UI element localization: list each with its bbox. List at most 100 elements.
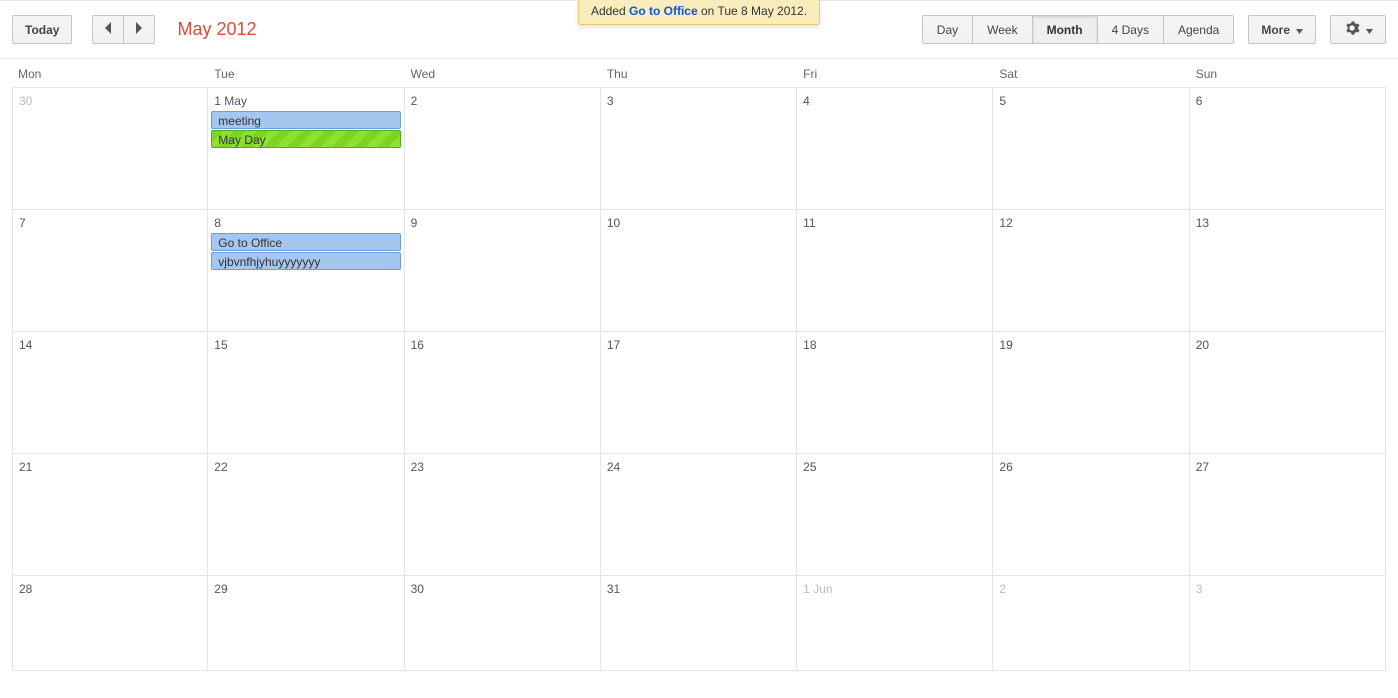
calendar-day-cell[interactable]: 1 MaymeetingMay Day — [208, 88, 404, 209]
weekday-label: Tue — [208, 67, 404, 81]
view-day-button[interactable]: Day — [922, 15, 973, 44]
date-number[interactable]: 5 — [993, 90, 1006, 110]
calendar-day-cell[interactable]: 6 — [1190, 88, 1386, 209]
calendar-day-cell[interactable]: 16 — [405, 332, 601, 453]
date-number[interactable]: 3 — [601, 90, 614, 110]
calendar-day-cell[interactable]: 12 — [993, 210, 1189, 331]
calendar-day-cell[interactable]: 14 — [12, 332, 208, 453]
date-number[interactable]: 26 — [993, 456, 1012, 476]
view-week-label: Week — [987, 23, 1017, 37]
calendar-day-cell[interactable]: 30 — [405, 576, 601, 670]
date-number[interactable]: 21 — [13, 456, 32, 476]
calendar-day-cell[interactable]: 3 — [1190, 576, 1386, 670]
toast-prefix: Added — [591, 4, 629, 18]
calendar-day-cell[interactable]: 27 — [1190, 454, 1386, 575]
view-4days-button[interactable]: 4 Days — [1097, 15, 1164, 44]
date-number[interactable]: 18 — [797, 334, 816, 354]
date-number[interactable]: 7 — [13, 212, 26, 232]
calendar-day-cell[interactable]: 28 — [12, 576, 208, 670]
date-number[interactable]: 27 — [1190, 456, 1209, 476]
calendar-day-cell[interactable]: 4 — [797, 88, 993, 209]
calendar-day-cell[interactable]: 11 — [797, 210, 993, 331]
calendar-day-cell[interactable]: 7 — [12, 210, 208, 331]
calendar-event[interactable]: May Day — [211, 130, 400, 148]
today-button[interactable]: Today — [12, 15, 72, 44]
calendar-day-cell[interactable]: 15 — [208, 332, 404, 453]
date-number[interactable]: 30 — [405, 578, 424, 598]
date-number[interactable]: 31 — [601, 578, 620, 598]
date-number[interactable]: 22 — [208, 456, 227, 476]
weekday-label: Sat — [993, 67, 1189, 81]
caret-down-icon — [1360, 23, 1373, 37]
calendar-day-cell[interactable]: 5 — [993, 88, 1189, 209]
date-number[interactable]: 29 — [208, 578, 227, 598]
date-number[interactable]: 1 May — [208, 90, 247, 110]
calendar-week-row: 301 MaymeetingMay Day23456 — [12, 88, 1386, 210]
view-switcher: Day Week Month 4 Days Agenda — [922, 15, 1235, 44]
calendar-day-cell[interactable]: 29 — [208, 576, 404, 670]
calendar-event[interactable]: vjbvnfhjyhuyyyyyyy — [211, 252, 400, 270]
calendar-day-cell[interactable]: 13 — [1190, 210, 1386, 331]
calendar-day-cell[interactable]: 31 — [601, 576, 797, 670]
date-number[interactable]: 8 — [208, 212, 221, 232]
date-number[interactable]: 6 — [1190, 90, 1203, 110]
calendar-day-cell[interactable]: 9 — [405, 210, 601, 331]
date-number[interactable]: 14 — [13, 334, 32, 354]
date-number[interactable]: 15 — [208, 334, 227, 354]
date-number[interactable]: 2 — [993, 578, 1006, 598]
calendar-day-cell[interactable]: 10 — [601, 210, 797, 331]
view-month-button[interactable]: Month — [1032, 15, 1098, 44]
date-number[interactable]: 16 — [405, 334, 424, 354]
date-number[interactable]: 25 — [797, 456, 816, 476]
date-number[interactable]: 19 — [993, 334, 1012, 354]
calendar-day-cell[interactable]: 3 — [601, 88, 797, 209]
next-button[interactable] — [123, 15, 155, 44]
date-number[interactable]: 9 — [405, 212, 418, 232]
calendar-grid: 301 MaymeetingMay Day2345678Go to Office… — [12, 87, 1386, 698]
date-number[interactable]: 2 — [405, 90, 418, 110]
calendar-event[interactable]: Go to Office — [211, 233, 400, 251]
calendar-day-cell[interactable]: 22 — [208, 454, 404, 575]
calendar-day-cell[interactable]: 18 — [797, 332, 993, 453]
settings-menu-button[interactable] — [1330, 15, 1386, 44]
date-number[interactable]: 1 Jun — [797, 578, 832, 598]
more-menu-button[interactable]: More — [1248, 15, 1316, 44]
view-month-label: Month — [1047, 23, 1083, 37]
date-number[interactable]: 20 — [1190, 334, 1209, 354]
notification-toast[interactable]: Added Go to Office on Tue 8 May 2012. — [578, 0, 820, 25]
calendar-day-cell[interactable]: 30 — [12, 88, 208, 209]
prev-button[interactable] — [92, 15, 124, 44]
date-number[interactable]: 30 — [13, 90, 32, 110]
calendar-day-cell[interactable]: 8Go to Officevjbvnfhjyhuyyyyyyy — [208, 210, 404, 331]
calendar-day-cell[interactable]: 1 Jun — [797, 576, 993, 670]
date-number[interactable]: 11 — [797, 212, 815, 232]
date-number[interactable]: 10 — [601, 212, 620, 232]
view-4days-label: 4 Days — [1112, 23, 1149, 37]
calendar-event[interactable]: meeting — [211, 111, 400, 129]
date-number[interactable]: 13 — [1190, 212, 1209, 232]
calendar-day-cell[interactable]: 24 — [601, 454, 797, 575]
weekday-header: Mon Tue Wed Thu Fri Sat Sun — [12, 59, 1386, 87]
calendar-day-cell[interactable]: 25 — [797, 454, 993, 575]
calendar-week-row: 28 29 30 31 1 Jun 2 3 — [12, 576, 1386, 671]
view-week-button[interactable]: Week — [972, 15, 1032, 44]
calendar-day-cell[interactable]: 21 — [12, 454, 208, 575]
toast-link[interactable]: Go to Office — [629, 4, 698, 18]
calendar-day-cell[interactable]: 19 — [993, 332, 1189, 453]
calendar-day-cell[interactable]: 2 — [405, 88, 601, 209]
calendar-week-row: 21 22 23 24 25 26 27 — [12, 454, 1386, 576]
date-number[interactable]: 23 — [405, 456, 424, 476]
caret-down-icon — [1290, 23, 1303, 37]
date-number[interactable]: 28 — [13, 578, 32, 598]
date-number[interactable]: 24 — [601, 456, 620, 476]
calendar-day-cell[interactable]: 2 — [993, 576, 1189, 670]
calendar-day-cell[interactable]: 20 — [1190, 332, 1386, 453]
date-number[interactable]: 17 — [601, 334, 620, 354]
calendar-day-cell[interactable]: 26 — [993, 454, 1189, 575]
calendar-day-cell[interactable]: 17 — [601, 332, 797, 453]
view-agenda-button[interactable]: Agenda — [1163, 15, 1234, 44]
date-number[interactable]: 3 — [1190, 578, 1203, 598]
date-number[interactable]: 12 — [993, 212, 1012, 232]
calendar-day-cell[interactable]: 23 — [405, 454, 601, 575]
date-number[interactable]: 4 — [797, 90, 810, 110]
